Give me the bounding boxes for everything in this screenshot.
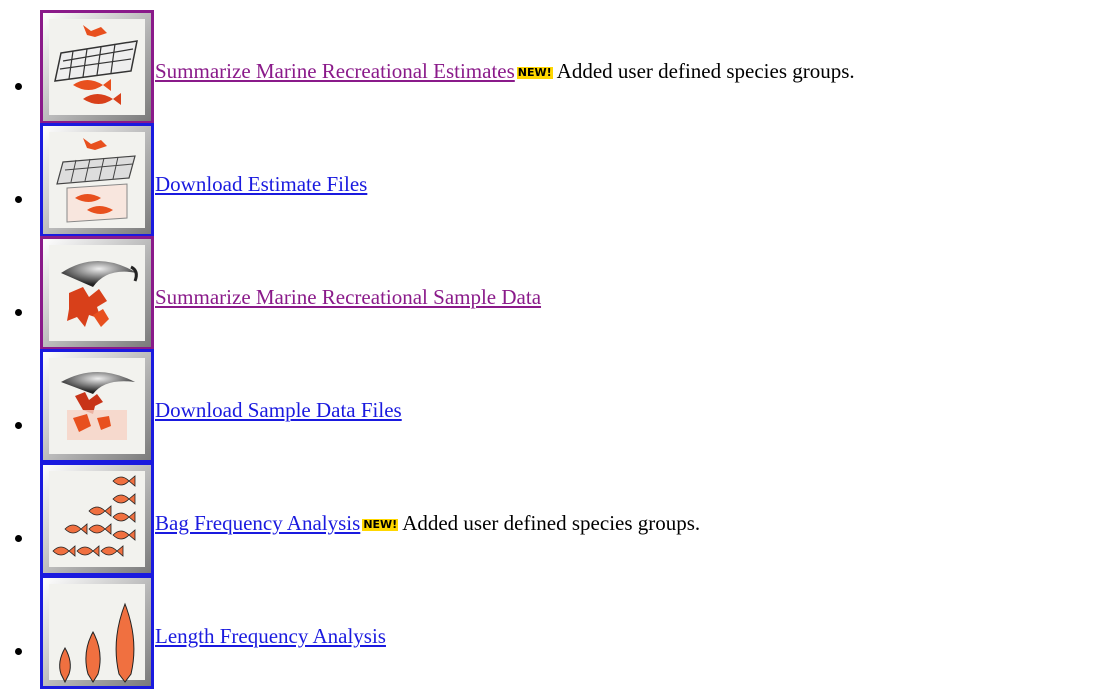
summarize-sample-icon-link[interactable] <box>40 236 154 350</box>
length-frequency-icon-link[interactable] <box>40 575 154 689</box>
list-item: Summarize Marine Recreational Estimates N… <box>0 10 1097 124</box>
summarize-estimates-icon-link[interactable] <box>40 10 154 124</box>
bullet <box>15 535 22 542</box>
download-estimates-icon-link[interactable] <box>40 123 154 237</box>
fish-bag-frequency-icon <box>43 465 151 573</box>
bag-frequency-icon-link[interactable] <box>40 462 154 576</box>
fish-length-frequency-icon <box>43 578 151 686</box>
item-label: Summarize Marine Recreational Estimates N… <box>155 59 855 83</box>
item-label: Summarize Marine Recreational Sample Dat… <box>155 285 541 309</box>
download-sample-icon-link[interactable] <box>40 349 154 463</box>
item-label: Download Sample Data Files <box>155 398 402 422</box>
list-item: Download Sample Data Files <box>0 349 1097 463</box>
fish-grid-estimates-icon <box>43 13 151 121</box>
list-item: Download Estimate Files <box>0 123 1097 237</box>
item-label: Download Estimate Files <box>155 172 367 196</box>
fishing-net-sample-icon <box>43 239 151 347</box>
bullet <box>15 83 22 90</box>
new-badge: NEW! <box>516 66 553 79</box>
bullet <box>15 196 22 203</box>
bullet <box>15 648 22 655</box>
list-item: Bag Frequency Analysis NEW! Added user def… <box>0 462 1097 576</box>
bullet <box>15 422 22 429</box>
download-estimate-files-link[interactable]: Download Estimate Files <box>155 172 367 196</box>
summarize-estimates-link[interactable]: Summarize Marine Recreational Estimates <box>155 59 515 83</box>
bullet <box>15 309 22 316</box>
item-note: Added user defined species groups. <box>402 511 701 535</box>
net-download-icon <box>43 352 151 460</box>
list-item: Length Frequency Analysis <box>0 575 1097 689</box>
length-frequency-analysis-link[interactable]: Length Frequency Analysis <box>155 624 386 648</box>
new-badge: NEW! <box>362 518 399 531</box>
fish-box-download-icon <box>43 126 151 234</box>
list-item: Summarize Marine Recreational Sample Dat… <box>0 236 1097 350</box>
download-sample-data-files-link[interactable]: Download Sample Data Files <box>155 398 402 422</box>
bag-frequency-analysis-link[interactable]: Bag Frequency Analysis <box>155 511 360 535</box>
item-note: Added user defined species groups. <box>556 59 855 83</box>
item-label: Bag Frequency Analysis NEW! Added user def… <box>155 511 700 535</box>
item-label: Length Frequency Analysis <box>155 624 386 648</box>
summarize-sample-data-link[interactable]: Summarize Marine Recreational Sample Dat… <box>155 285 541 309</box>
